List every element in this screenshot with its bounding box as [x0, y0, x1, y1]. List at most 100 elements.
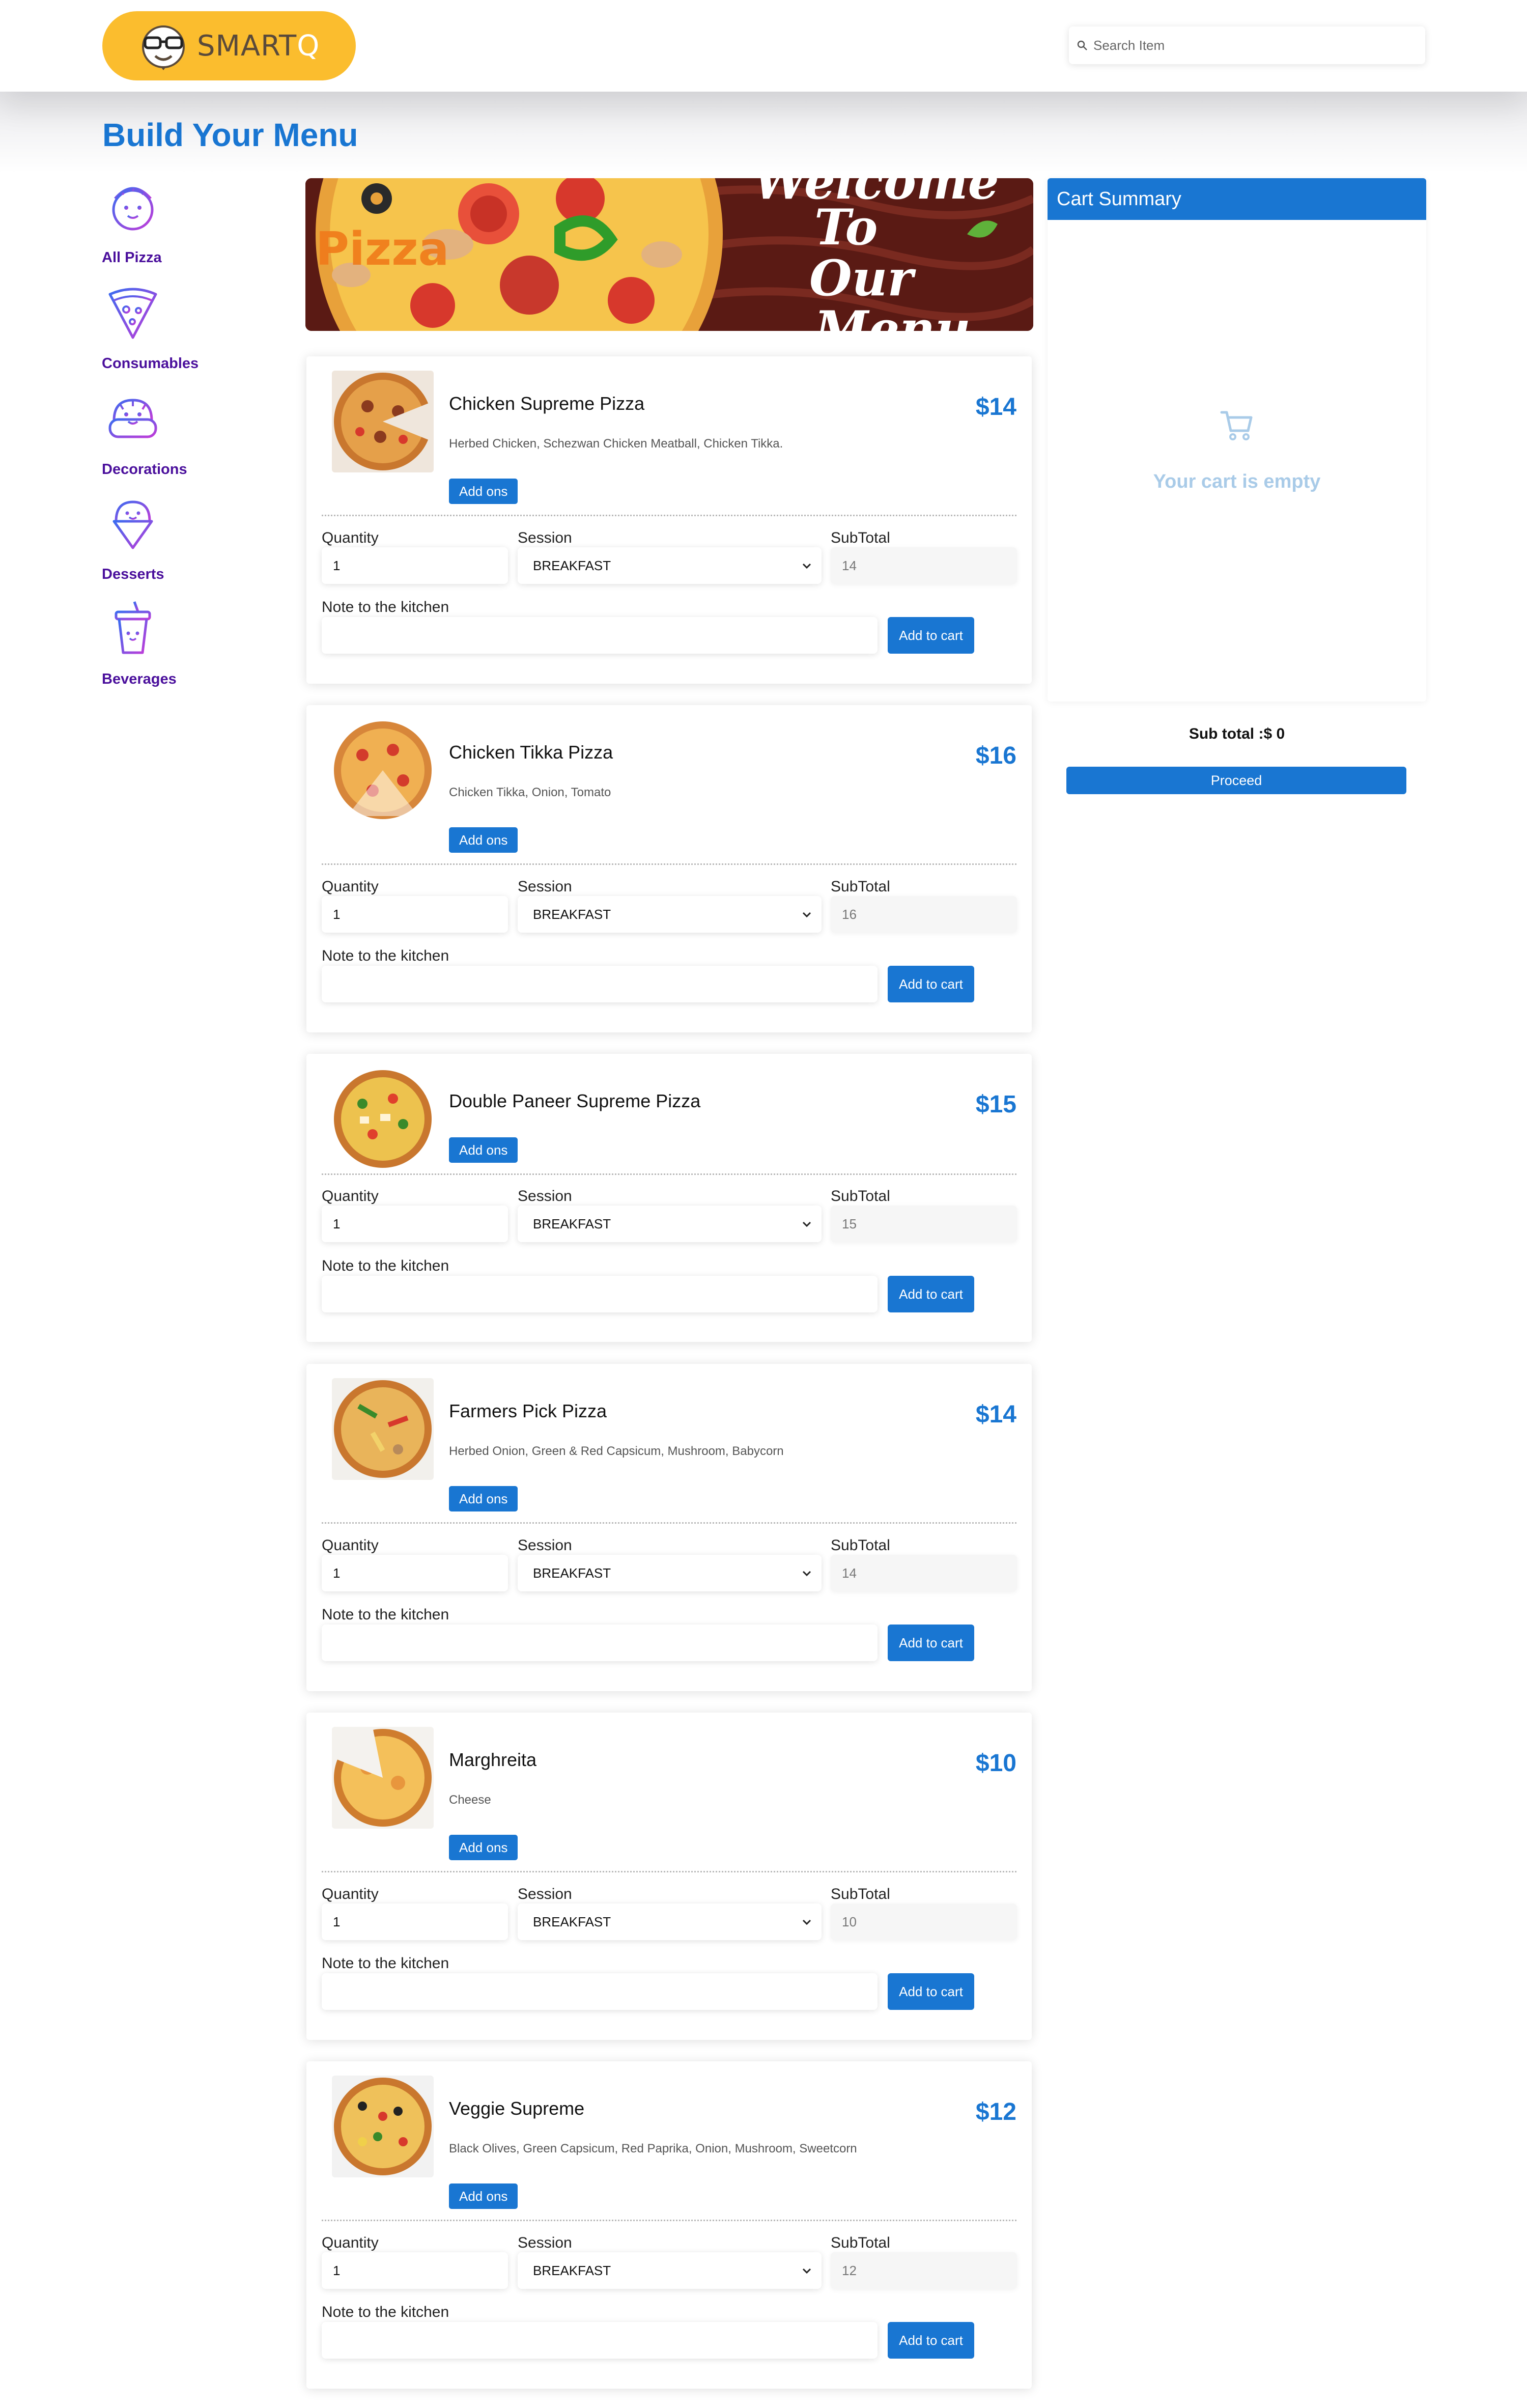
session-select[interactable]: BREAKFAST [518, 896, 822, 933]
sidebar-item-label: All Pizza [102, 249, 162, 266]
kitchen-note-input[interactable] [322, 617, 878, 654]
add-to-cart-button[interactable]: Add to cart [888, 2322, 974, 2359]
brand-name: SMARTQ [197, 30, 320, 63]
svg-text:Pizza: Pizza [316, 222, 449, 276]
product-name: Chicken Tikka Pizza [449, 742, 613, 763]
card-divider [322, 1522, 1016, 1524]
note-label: Note to the kitchen [322, 1955, 449, 1972]
session-select[interactable]: BREAKFAST [518, 1903, 822, 1940]
shopping-cart-icon [1220, 411, 1253, 440]
kitchen-note-input[interactable] [322, 2322, 878, 2359]
add-to-cart-button[interactable]: Add to cart [888, 1276, 974, 1312]
product-image [332, 1727, 434, 1829]
welcome-banner: Pizza Welcome To Our Menu [305, 178, 1033, 331]
session-label: Session [518, 529, 572, 546]
brand-logo[interactable]: SMARTQ [102, 11, 356, 80]
subtotal-field: 16 [831, 896, 1017, 933]
search-icon [1077, 40, 1087, 50]
add-to-cart-button[interactable]: Add to cart [888, 617, 974, 654]
add-ons-button[interactable]: Add ons [449, 827, 518, 853]
product-name: Double Paneer Supreme Pizza [449, 1090, 701, 1111]
subtotal-label: SubTotal [831, 1537, 890, 1554]
owl-mascot-icon [142, 25, 185, 70]
product-name: Marghreita [449, 1749, 537, 1770]
subtotal-label: SubTotal [831, 2234, 890, 2251]
note-label: Note to the kitchen [322, 2304, 449, 2320]
product-description: Herbed Chicken, Schezwan Chicken Meatbal… [449, 437, 783, 451]
subtotal-field: 10 [831, 1903, 1017, 1940]
product-description: Cheese [449, 1793, 491, 1807]
product-card: Chicken Tikka Pizza Chicken Tikka, Onion… [306, 705, 1032, 1032]
kitchen-note-input[interactable] [322, 1973, 878, 2010]
chevron-down-icon [802, 2268, 811, 2274]
add-ons-button[interactable]: Add ons [449, 1835, 518, 1860]
kitchen-note-input[interactable] [322, 1276, 878, 1312]
chevron-down-icon [802, 912, 811, 918]
session-value: BREAKFAST [533, 1216, 611, 1231]
add-to-cart-button[interactable]: Add to cart [888, 966, 974, 1002]
cart-subtotal: Sub total :$ 0 [1189, 725, 1285, 742]
session-select[interactable]: BREAKFAST [518, 1206, 822, 1242]
session-value: BREAKFAST [533, 906, 611, 922]
product-price: $10 [975, 1750, 1016, 1777]
product-description: Herbed Onion, Green & Red Capsicum, Mush… [449, 1444, 784, 1458]
chevron-down-icon [802, 1571, 811, 1577]
sidebar-item-label: Decorations [102, 461, 187, 478]
session-label: Session [518, 1188, 572, 1205]
pizza-slice-icon [108, 288, 157, 339]
quantity-input[interactable]: 1 [322, 1555, 508, 1591]
add-ons-button[interactable]: Add ons [449, 2183, 518, 2209]
chevron-down-icon [802, 563, 811, 569]
svg-text:To: To [814, 199, 878, 256]
product-card: Marghreita Cheese $10 Add ons Quantity S… [306, 1713, 1032, 2040]
add-ons-button[interactable]: Add ons [449, 1137, 518, 1163]
subtotal-field: 12 [831, 2252, 1017, 2289]
add-to-cart-button[interactable]: Add to cart [888, 1973, 974, 2010]
proceed-button[interactable]: Proceed [1066, 767, 1406, 794]
pizza-banner-art: Pizza Welcome To Our Menu [305, 178, 1033, 331]
quantity-label: Quantity [322, 878, 379, 895]
kitchen-note-input[interactable] [322, 966, 878, 1002]
session-label: Session [518, 1886, 572, 1902]
subtotal-label: SubTotal [831, 529, 890, 546]
add-ons-button[interactable]: Add ons [449, 1486, 518, 1511]
add-to-cart-button[interactable]: Add to cart [888, 1625, 974, 1661]
session-select[interactable]: BREAKFAST [518, 2252, 822, 2289]
session-label: Session [518, 878, 572, 895]
session-select[interactable]: BREAKFAST [518, 547, 822, 584]
session-select[interactable]: BREAKFAST [518, 1555, 822, 1591]
sidebar-item-label: Consumables [102, 355, 199, 372]
note-label: Note to the kitchen [322, 947, 449, 964]
subtotal-field: 14 [831, 547, 1017, 584]
bread-basket-icon [108, 399, 157, 438]
chevron-down-icon [802, 1919, 811, 1925]
add-ons-button[interactable]: Add ons [449, 479, 518, 504]
quantity-label: Quantity [322, 1537, 379, 1554]
ice-cream-icon [112, 500, 153, 549]
quantity-input[interactable]: 1 [322, 896, 508, 933]
card-divider [322, 1871, 1016, 1872]
top-header: SMARTQ [0, 0, 1527, 92]
cart-empty-message: Your cart is empty [1153, 471, 1321, 492]
card-divider [322, 515, 1016, 516]
quantity-input[interactable]: 1 [322, 1206, 508, 1242]
card-divider [322, 1173, 1016, 1175]
product-price: $14 [975, 1401, 1016, 1428]
chevron-down-icon [802, 1221, 811, 1227]
note-label: Note to the kitchen [322, 1606, 449, 1623]
quantity-input[interactable]: 1 [322, 2252, 508, 2289]
note-label: Note to the kitchen [322, 599, 449, 615]
quantity-label: Quantity [322, 2234, 379, 2251]
kitchen-note-input[interactable] [322, 1625, 878, 1661]
subtotal-label: SubTotal [831, 1886, 890, 1902]
sidebar-item-label: Beverages [102, 671, 177, 687]
product-image [332, 2076, 434, 2177]
search-box[interactable] [1069, 26, 1425, 64]
subtotal-field: 14 [831, 1555, 1017, 1591]
product-price: $14 [975, 394, 1016, 421]
search-input[interactable] [1093, 37, 1419, 53]
quantity-label: Quantity [322, 529, 379, 546]
quantity-label: Quantity [322, 1188, 379, 1205]
quantity-input[interactable]: 1 [322, 547, 508, 584]
quantity-input[interactable]: 1 [322, 1903, 508, 1940]
